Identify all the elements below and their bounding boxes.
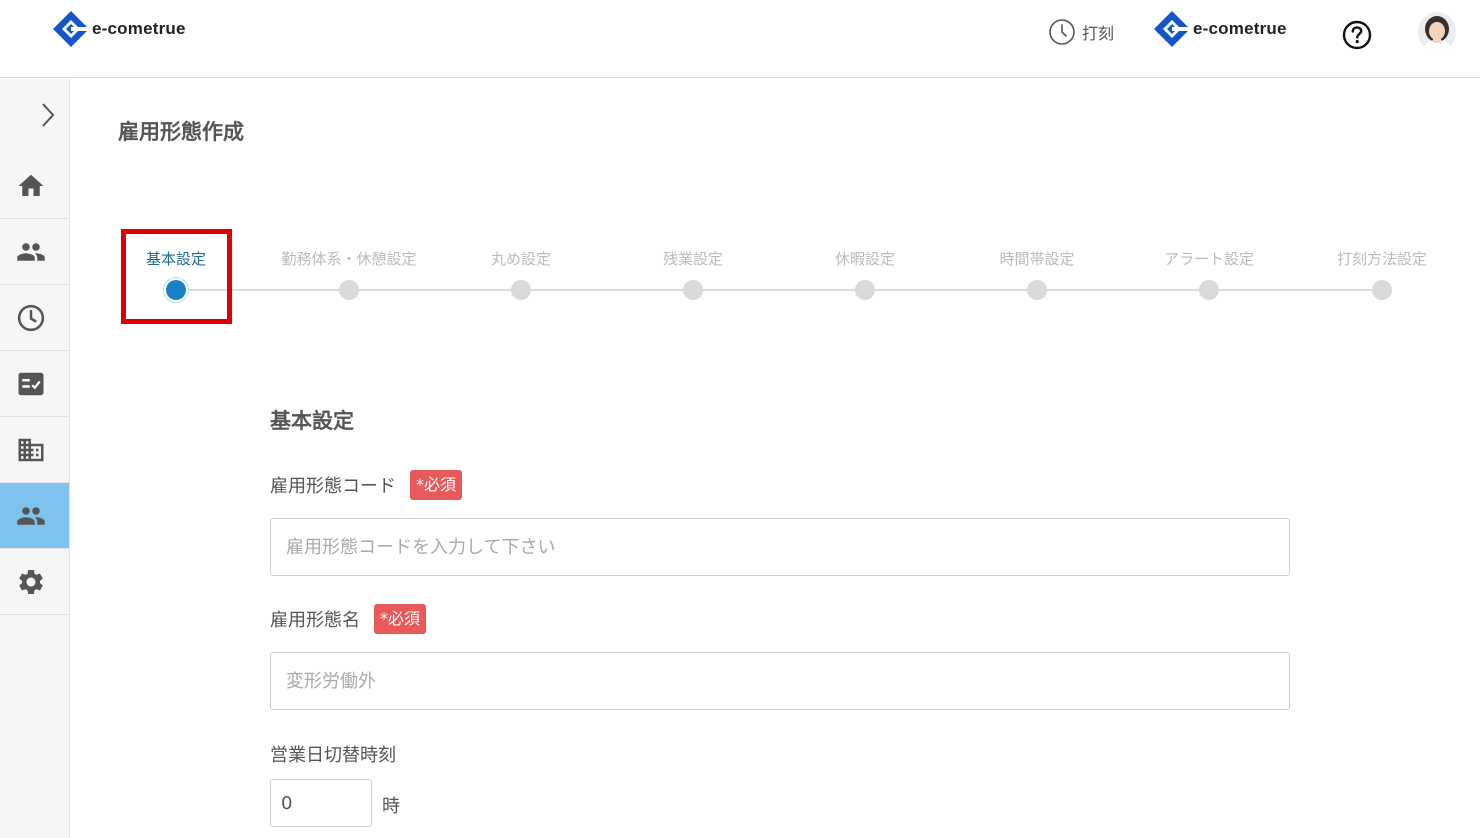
field-label-text: 営業日切替時刻	[270, 745, 396, 766]
company-logo-text: e-cometrue	[1193, 19, 1287, 38]
employment-name-label: 雇用形態名 *必須	[270, 604, 427, 634]
sidebar	[0, 79, 70, 838]
step-time-zone[interactable]: 時間帯設定	[951, 248, 1123, 300]
step-punch-method[interactable]: 打刻方法設定	[1296, 248, 1468, 300]
page-title: 雇用形態作成	[118, 120, 244, 144]
step-label: 勤務体系・休憩設定	[281, 250, 417, 268]
step-label: 残業設定	[662, 250, 723, 268]
step-label: 打刻方法設定	[1336, 250, 1427, 268]
people-icon	[16, 506, 45, 525]
employment-name-input[interactable]	[270, 652, 1290, 710]
hour-unit-label: 時	[382, 796, 400, 817]
required-badge: *必須	[374, 604, 427, 634]
logo-mark-icon	[53, 11, 89, 47]
sidebar-item-employment-types[interactable]	[0, 483, 69, 549]
step-label: 丸め設定	[490, 250, 551, 268]
logo-text: e-cometrue	[92, 19, 186, 38]
clock-icon	[1049, 19, 1075, 45]
field-label-text: 雇用形態コード	[270, 476, 396, 497]
gear-icon	[18, 569, 43, 594]
top-header: e-cometrue 打刻 e-cometrue	[0, 0, 1480, 78]
step-dot	[683, 280, 703, 300]
field-label-text: 雇用形態名	[270, 610, 360, 631]
step-dot	[855, 280, 875, 300]
highlight-box	[121, 229, 232, 324]
step-dot	[339, 280, 359, 300]
app-logo[interactable]: e-cometrue	[52, 10, 186, 48]
required-badge: *必須	[410, 470, 463, 500]
help-circle-icon[interactable]	[1342, 20, 1372, 50]
sidebar-item-approval[interactable]	[0, 351, 69, 417]
sidebar-item-organization[interactable]	[0, 417, 69, 483]
people-icon	[16, 242, 45, 261]
step-dot	[1027, 280, 1047, 300]
punch-clock-button[interactable]: 打刻	[1048, 18, 1114, 46]
step-dot	[1372, 280, 1392, 300]
company-logo[interactable]: e-cometrue	[1153, 10, 1287, 48]
step-label: 休暇設定	[834, 250, 895, 268]
step-label: 時間帯設定	[999, 250, 1075, 268]
step-work-break[interactable]: 勤務体系・休憩設定	[263, 248, 435, 300]
chevron-right-icon	[42, 103, 55, 127]
sidebar-item-attendance[interactable]	[0, 285, 69, 351]
step-overtime[interactable]: 残業設定	[607, 248, 779, 300]
step-dot	[511, 280, 531, 300]
switch-time-input[interactable]	[270, 779, 372, 827]
section-title: 基本設定	[270, 409, 354, 433]
sidebar-expand-button[interactable]	[0, 79, 70, 151]
step-label: アラート設定	[1163, 250, 1254, 268]
step-alert[interactable]: アラート設定	[1123, 248, 1295, 300]
employment-code-input[interactable]	[270, 518, 1290, 576]
employment-code-label: 雇用形態コード *必須	[270, 470, 463, 500]
step-dot	[1199, 280, 1219, 300]
punch-label: 打刻	[1082, 24, 1115, 43]
logo-mark-icon	[1154, 11, 1190, 47]
sidebar-item-employees[interactable]	[0, 219, 69, 285]
sidebar-item-settings[interactable]	[0, 549, 69, 615]
clock-icon	[17, 304, 44, 331]
building-icon	[18, 438, 43, 461]
sidebar-item-home[interactable]	[0, 153, 69, 219]
step-leave[interactable]: 休暇設定	[779, 248, 951, 300]
step-rounding[interactable]: 丸め設定	[435, 248, 607, 300]
user-avatar[interactable]	[1418, 12, 1456, 52]
checklist-icon	[18, 372, 43, 395]
home-icon	[18, 174, 43, 196]
switch-time-label: 営業日切替時刻	[270, 741, 396, 767]
